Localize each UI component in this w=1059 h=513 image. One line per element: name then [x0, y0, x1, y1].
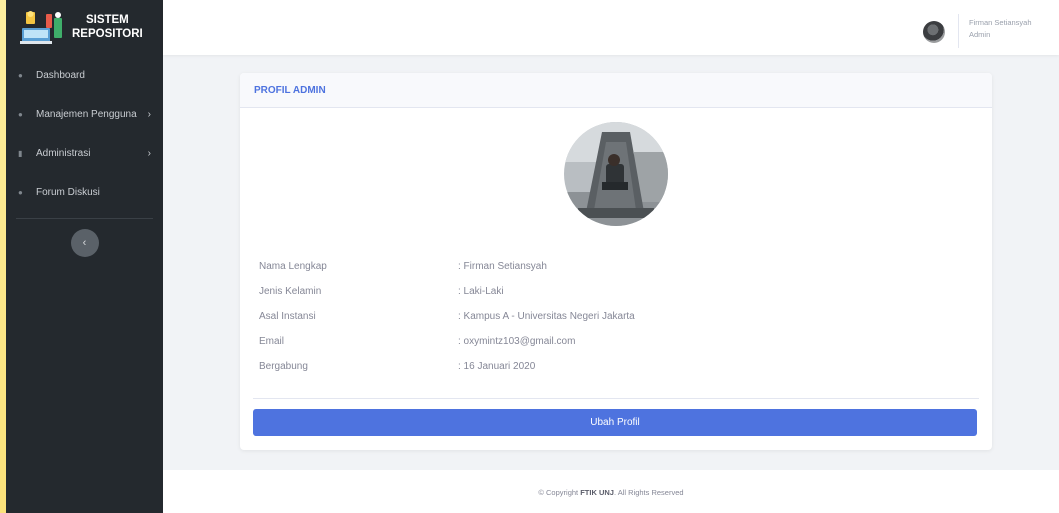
topbar: Firman Setiansyah Admin — [163, 0, 1059, 55]
profile-photo — [564, 122, 668, 226]
brand-title: SISTEM REPOSITORI — [72, 13, 143, 41]
sidebar-item-manajemen-pengguna[interactable]: ● Manajemen Pengguna › — [6, 95, 163, 134]
info-value: : 16 Januari 2020 — [458, 361, 536, 372]
footer-suffix: . All Rights Reserved — [613, 488, 684, 497]
user-avatar[interactable] — [923, 21, 945, 43]
info-label: Jenis Kelamin — [259, 286, 322, 297]
footer: © Copyright FTIK UNJ. All Rights Reserve… — [163, 470, 1059, 513]
sidebar-item-label: Administrasi — [36, 148, 91, 159]
brand[interactable]: SISTEM REPOSITORI — [6, 0, 163, 54]
comment-icon: ● — [18, 188, 23, 197]
repository-logo-icon — [18, 8, 66, 46]
chevron-right-icon: › — [147, 109, 151, 120]
sidebar: SISTEM REPOSITORI ● Dashboard ● Manajeme… — [6, 0, 163, 513]
user-menu[interactable]: Firman Setiansyah Admin — [969, 17, 1032, 41]
sidebar-item-label: Manajemen Pengguna — [36, 109, 137, 120]
sidebar-item-label: Dashboard — [36, 70, 85, 81]
sidebar-toggle-button[interactable]: ‹ — [70, 229, 99, 257]
info-row-email: Email : oxymintz103@gmail.com — [259, 336, 635, 361]
info-label: Email — [259, 336, 285, 347]
info-value: : Firman Setiansyah — [458, 261, 547, 272]
chevron-left-icon: ‹ — [82, 237, 87, 249]
sidebar-divider — [16, 218, 153, 219]
edit-profile-button[interactable]: Ubah Profil — [253, 409, 977, 436]
info-label: Nama Lengkap — [259, 261, 327, 272]
card-title: PROFIL ADMIN — [240, 73, 992, 108]
card-divider — [253, 398, 979, 399]
sidebar-item-forum-diskusi[interactable]: ● Forum Diskusi — [6, 173, 163, 212]
users-icon: ● — [18, 110, 23, 119]
sidebar-item-administrasi[interactable]: ▮ Administrasi › — [6, 134, 163, 173]
footer-brand: FTIK UNJ — [580, 488, 614, 497]
info-label: Bergabung — [259, 361, 308, 372]
sidebar-item-label: Forum Diskusi — [36, 187, 100, 198]
chevron-right-icon: › — [147, 148, 151, 159]
info-row-nama: Nama Lengkap : Firman Setiansyah — [259, 261, 635, 286]
user-role: Admin — [969, 30, 991, 39]
home-icon: ● — [18, 71, 23, 80]
document-icon: ▮ — [18, 149, 23, 158]
info-value: : oxymintz103@gmail.com — [458, 336, 576, 347]
info-row-jenis-kelamin: Jenis Kelamin : Laki-Laki — [259, 286, 635, 311]
info-label: Asal Instansi — [259, 311, 316, 322]
profile-card: PROFIL ADMIN Nama Lengkap : Firman Setia… — [240, 73, 992, 450]
topbar-divider — [958, 14, 959, 48]
footer-prefix: © Copyright — [538, 488, 581, 497]
info-row-bergabung: Bergabung : 16 Januari 2020 — [259, 361, 635, 386]
info-value: : Laki-Laki — [458, 286, 504, 297]
info-value: : Kampus A - Universitas Negeri Jakarta — [458, 311, 635, 322]
profile-info: Nama Lengkap : Firman Setiansyah Jenis K… — [259, 261, 635, 386]
brand-line-2: REPOSITORI — [72, 28, 143, 40]
info-row-asal-instansi: Asal Instansi : Kampus A - Universitas N… — [259, 311, 635, 336]
sidebar-item-dashboard[interactable]: ● Dashboard — [6, 56, 163, 95]
brand-line-1: SISTEM — [85, 14, 129, 26]
user-name: Firman Setiansyah — [969, 18, 1032, 27]
